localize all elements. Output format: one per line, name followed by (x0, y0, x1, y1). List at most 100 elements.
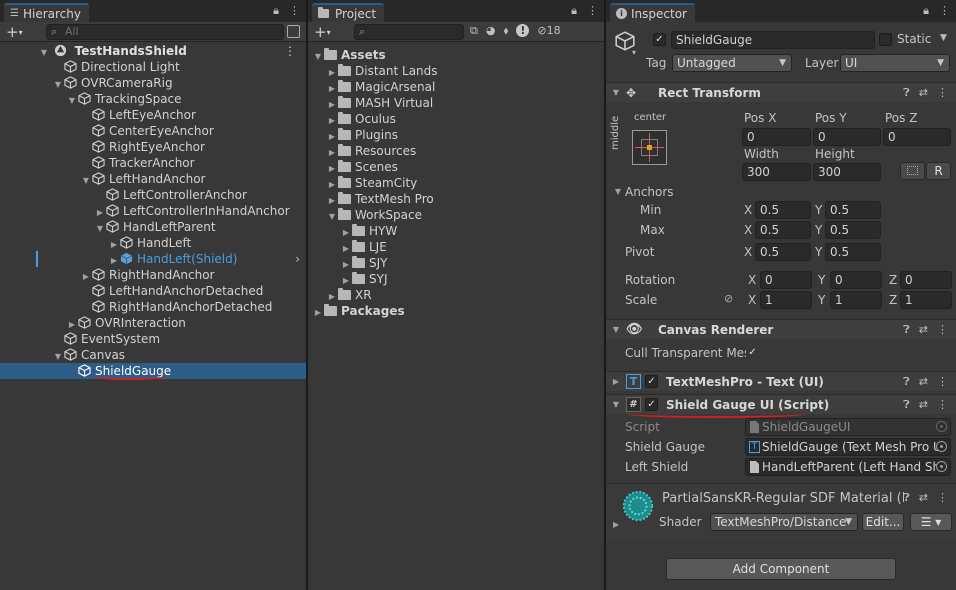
help-icon[interactable]: ❓︎ (903, 323, 910, 337)
lock-icon[interactable]: 🔒︎ (571, 4, 577, 18)
object-picker-icon[interactable] (936, 441, 947, 452)
anchor-max-y-field[interactable]: 0.5 (825, 221, 881, 239)
scene-visibility-icon[interactable] (287, 25, 300, 38)
tag-dropdown[interactable]: Untagged ▼ (672, 54, 792, 72)
component-menu-icon[interactable]: ⋮ (937, 323, 948, 337)
project-folder-item[interactable]: ▶ Scenes (308, 159, 604, 175)
hierarchy-search-input[interactable]: ⌕ All (46, 24, 284, 40)
anchor-min-y-field[interactable]: 0.5 (825, 201, 881, 219)
pos-y-field[interactable]: 0 (813, 128, 881, 146)
material-expand-icon[interactable]: ▶ (613, 520, 619, 529)
hierarchy-item[interactable]: ▼ TrackingSpace (0, 91, 306, 107)
project-folder-item[interactable]: ▶ SJY (308, 255, 604, 271)
hierarchy-item[interactable]: LeftControllerAnchor (0, 187, 306, 203)
shield-gauge-field[interactable]: T ShieldGauge (Text Mesh Pro U (745, 438, 951, 456)
blueprint-mode-button[interactable] (900, 162, 925, 180)
width-field[interactable]: 300 (742, 163, 811, 181)
constrain-proportions-icon[interactable]: ⊘ (724, 292, 733, 305)
rotation-x-field[interactable]: 0 (760, 271, 812, 289)
hierarchy-item[interactable]: Directional Light (0, 59, 306, 75)
warning-filter-icon[interactable]: ! (516, 24, 530, 37)
object-name-field[interactable]: ShieldGauge (671, 31, 875, 49)
tab-hierarchy[interactable]: ☰ Hierarchy (4, 3, 89, 22)
anchor-max-x-field[interactable]: 0.5 (755, 221, 811, 239)
project-folder-item[interactable]: ▼ Assets (308, 47, 604, 63)
component-menu-icon[interactable]: ⋮ (937, 398, 948, 412)
anchor-preset-button[interactable] (632, 130, 667, 165)
canvas-renderer-header[interactable]: ▼ 👁︎ Canvas Renderer ❓︎ ⇄ ⋮ (606, 319, 956, 339)
hidden-packages-icon[interactable]: ⊘18 (537, 24, 560, 38)
raw-edit-button[interactable]: R (926, 162, 951, 180)
static-dropdown-icon[interactable]: ▼ (940, 33, 947, 43)
pos-x-field[interactable]: 0 (742, 128, 811, 146)
tab-inspector[interactable]: i Inspector (610, 3, 695, 22)
hierarchy-item[interactable]: ▶ LeftControllerInHandAnchor (0, 203, 306, 219)
rotation-y-field[interactable]: 0 (830, 271, 882, 289)
project-folder-item[interactable]: ▶ SYJ (308, 271, 604, 287)
icon-dropdown-icon[interactable]: ▾ (632, 48, 636, 57)
presets-icon[interactable]: ⇄ (919, 86, 928, 100)
presets-icon[interactable]: ⇄ (919, 375, 928, 389)
component-menu-icon[interactable]: ⋮ (937, 86, 948, 100)
collapse-arrow-icon[interactable]: ▼ (610, 325, 622, 334)
scale-y-field[interactable]: 1 (830, 291, 882, 309)
hierarchy-item[interactable]: ▶ HandLeft(Shield) › (0, 251, 306, 267)
rect-transform-header[interactable]: ▼ ✥ Rect Transform ❓︎ ⇄ ⋮ (606, 82, 956, 102)
scale-x-field[interactable]: 1 (760, 291, 812, 309)
hierarchy-item[interactable]: ▼ Canvas (0, 347, 306, 363)
collapse-arrow-icon[interactable]: ▼ (610, 88, 622, 97)
scale-z-field[interactable]: 1 (900, 291, 952, 309)
pivot-x-field[interactable]: 0.5 (755, 243, 811, 261)
hierarchy-item[interactable]: LeftEyeAnchor (0, 107, 306, 123)
presets-icon[interactable]: ⇄ (919, 323, 928, 337)
project-folder-item[interactable]: ▶ LJE (308, 239, 604, 255)
more-menu-icon[interactable]: ⋮ (289, 4, 300, 18)
component-menu-icon[interactable]: ⋮ (937, 375, 948, 389)
project-folder-item[interactable]: ▶ Oculus (308, 111, 604, 127)
hierarchy-item[interactable]: ▼ OVRCameraRig (0, 75, 306, 91)
search-by-type-icon[interactable]: ⧉ (470, 24, 478, 38)
active-checkbox[interactable]: ✓ (653, 33, 666, 46)
rotation-z-field[interactable]: 0 (900, 271, 952, 289)
script-enabled-checkbox[interactable]: ✓ (645, 398, 658, 411)
project-folder-item[interactable]: ▶ Packages (308, 303, 604, 319)
more-menu-icon[interactable]: ⋮ (587, 4, 598, 18)
hierarchy-item[interactable]: RightEyeAnchor (0, 139, 306, 155)
hierarchy-item[interactable]: ▶ HandLeft (0, 235, 306, 251)
shader-options-button[interactable]: ☰ ▾ (910, 513, 952, 531)
filter-by-label-icon[interactable]: ⬧ (503, 24, 508, 38)
project-folder-item[interactable]: ▶ SteamCity (308, 175, 604, 191)
component-menu-icon[interactable]: ⋮ (937, 491, 948, 505)
help-icon[interactable]: ❓︎ (903, 398, 910, 412)
hierarchy-item[interactable]: EventSystem (0, 331, 306, 347)
presets-icon[interactable]: ⇄ (919, 398, 928, 412)
height-field[interactable]: 300 (813, 163, 881, 181)
project-folder-item[interactable]: ▶ MASH Virtual (308, 95, 604, 111)
hierarchy-item[interactable]: ▼ LeftHandAnchor (0, 171, 306, 187)
static-checkbox[interactable] (879, 33, 892, 46)
project-search-input[interactable]: ⌕ (354, 24, 464, 40)
pos-z-field[interactable]: 0 (883, 128, 951, 146)
scene-menu-icon[interactable]: ⋮ (284, 43, 296, 59)
collapsed-arrow-icon[interactable]: ▶ (312, 305, 324, 321)
tab-project[interactable]: Project (312, 3, 385, 22)
project-folder-item[interactable]: ▶ TextMesh Pro (308, 191, 604, 207)
project-folder-item[interactable]: ▶ Plugins (308, 127, 604, 143)
project-folder-item[interactable]: ▶ Distant Lands (308, 63, 604, 79)
hierarchy-item[interactable]: TrackerAnchor (0, 155, 306, 171)
project-folder-item[interactable]: ▶ MagicArsenal (308, 79, 604, 95)
scene-root-row[interactable]: ▼ TestHandsShield ⋮ (0, 43, 306, 59)
project-folder-item[interactable]: ▼ WorkSpace (308, 207, 604, 223)
help-icon[interactable]: ❓︎ (903, 86, 910, 100)
lock-icon[interactable]: 🔒︎ (273, 4, 279, 18)
more-menu-icon[interactable]: ⋮ (939, 4, 950, 18)
anchor-min-x-field[interactable]: 0.5 (755, 201, 811, 219)
pivot-y-field[interactable]: 0.5 (825, 243, 881, 261)
open-prefab-chevron-icon[interactable]: › (295, 251, 300, 267)
textmeshpro-header[interactable]: ▶ T ✓ TextMeshPro - Text (UI) ❓︎ ⇄ ⋮ (606, 371, 956, 391)
anchors-expand-icon[interactable]: ▼ (612, 187, 624, 196)
add-component-button[interactable]: Add Component (666, 558, 896, 580)
shader-dropdown[interactable]: TextMeshPro/Distance ▼ (710, 513, 858, 531)
help-icon[interactable]: ❓︎ (903, 375, 910, 389)
project-folder-item[interactable]: ▶ HYW (308, 223, 604, 239)
